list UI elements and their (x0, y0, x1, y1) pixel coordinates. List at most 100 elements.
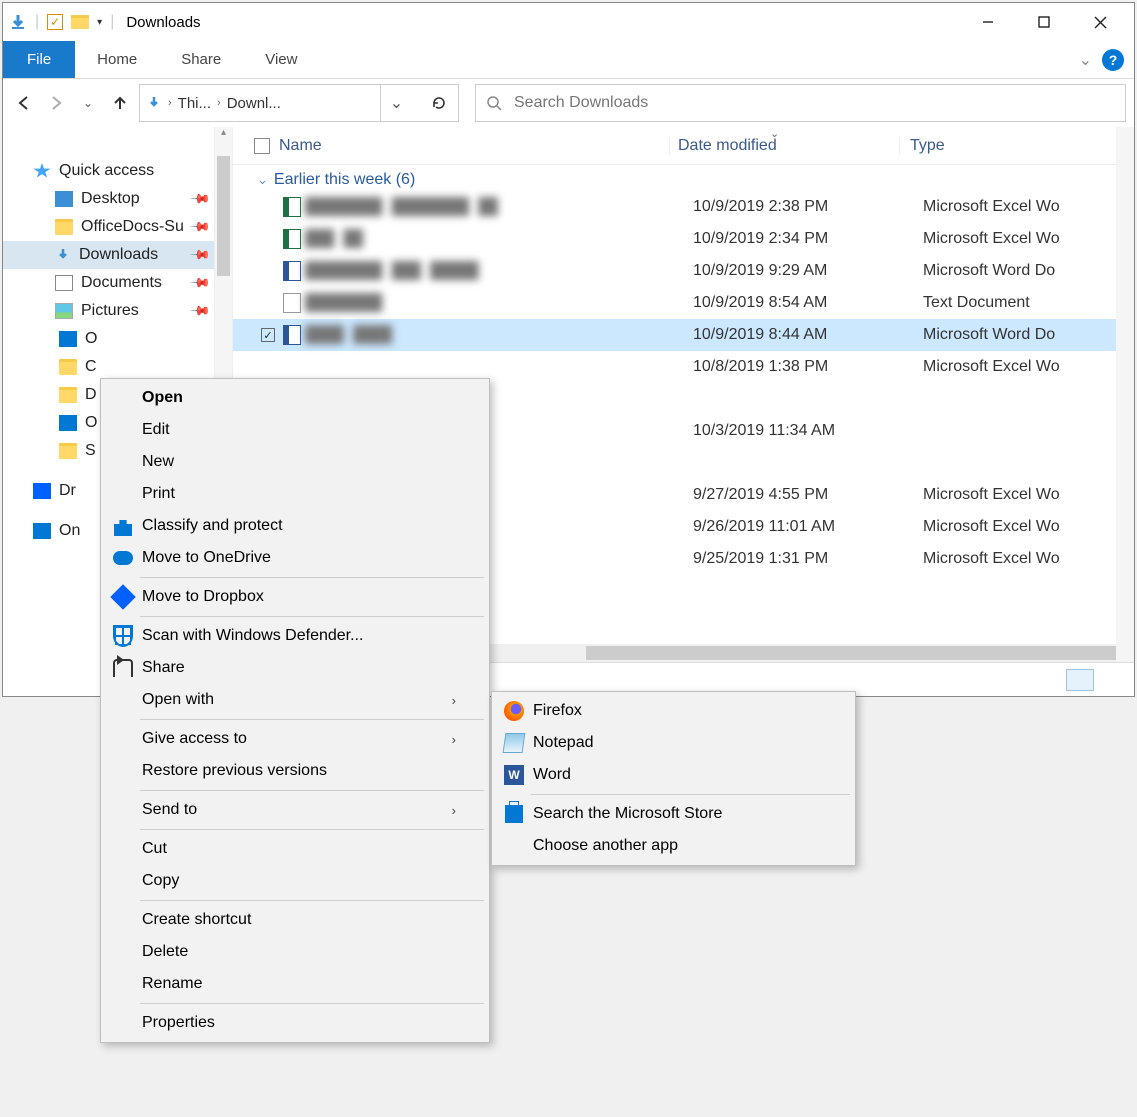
column-header-type[interactable]: Type (899, 137, 1134, 155)
sidebar-item[interactable]: O (3, 325, 232, 353)
onedrive-icon (33, 523, 51, 539)
download-icon (146, 95, 162, 111)
window-title: Downloads (126, 14, 200, 31)
folder-icon (59, 387, 77, 403)
sidebar-quick-access[interactable]: Quick access (3, 157, 232, 185)
ctx-properties[interactable]: Properties (104, 1007, 486, 1039)
ribbon: File Home Share View ⌄ ? (3, 41, 1134, 79)
ctx-shortcut[interactable]: Create shortcut (104, 904, 486, 936)
quick-access-toggle-icon[interactable]: ✓ (47, 14, 63, 30)
submenu-notepad[interactable]: Notepad (495, 727, 852, 759)
firefox-icon (503, 700, 525, 722)
ribbon-expand-icon[interactable]: ⌄ (1079, 50, 1092, 70)
ribbon-tab-share[interactable]: Share (159, 41, 243, 78)
thumbnails-view-button[interactable] (1098, 669, 1126, 691)
select-all-checkbox[interactable] (245, 138, 279, 154)
ribbon-tab-view[interactable]: View (243, 41, 319, 78)
column-headers: Name ⌄Date modified Type (233, 127, 1134, 165)
download-icon (55, 247, 71, 263)
ctx-delete[interactable]: Delete (104, 936, 486, 968)
sort-indicator-icon: ⌄ (770, 127, 779, 140)
onedrive-icon (112, 547, 134, 569)
text-file-icon (283, 293, 301, 313)
document-icon (55, 275, 73, 291)
addr-dropdown-icon[interactable]: ⌄ (390, 93, 403, 113)
pin-icon: 📌 (189, 216, 212, 239)
notepad-icon (503, 732, 525, 754)
file-row[interactable]: ✓████ ████10/9/2019 8:44 AMMicrosoft Wor… (233, 319, 1134, 351)
ctx-cut[interactable]: Cut (104, 833, 486, 865)
sidebar-item-downloads[interactable]: Downloads📌 (3, 241, 232, 269)
sidebar-item-pictures[interactable]: Pictures📌 (3, 297, 232, 325)
desktop-icon (55, 191, 73, 207)
history-dropdown[interactable]: ⌄ (75, 90, 101, 116)
vertical-scrollbar[interactable] (1116, 127, 1134, 696)
ctx-rename[interactable]: Rename (104, 968, 486, 1000)
search-box[interactable]: Search Downloads (475, 84, 1126, 122)
file-row[interactable]: ✓████████ ████████ ██10/9/2019 2:38 PMMi… (233, 191, 1134, 223)
column-header-name[interactable]: Name (279, 137, 669, 155)
share-icon (112, 657, 134, 679)
context-menu: Open Edit New Print Classify and protect… (100, 378, 490, 1043)
dropbox-icon (112, 586, 134, 608)
back-button[interactable] (11, 90, 37, 116)
ctx-new[interactable]: New (104, 446, 486, 478)
refresh-button[interactable] (426, 90, 452, 116)
file-row[interactable]: ✓████████10/9/2019 8:54 AMText Document (233, 287, 1134, 319)
file-row[interactable]: ✓███ ██10/9/2019 2:34 PMMicrosoft Excel … (233, 223, 1134, 255)
excel-file-icon (283, 197, 301, 217)
maximize-button[interactable] (1016, 4, 1072, 40)
breadcrumb-segment[interactable]: Downl... (227, 95, 281, 112)
ctx-share[interactable]: Share (104, 652, 486, 684)
ctx-send-to[interactable]: Send to› (104, 794, 486, 826)
chevron-right-icon: › (452, 803, 456, 818)
word-file-icon (283, 261, 301, 281)
sidebar-item[interactable]: C (3, 353, 232, 381)
up-button[interactable] (107, 90, 133, 116)
ctx-copy[interactable]: Copy (104, 865, 486, 897)
ctx-move-dropbox[interactable]: Move to Dropbox (104, 581, 486, 613)
column-header-modified[interactable]: ⌄Date modified (669, 137, 899, 155)
onedrive-icon (59, 331, 77, 347)
folder-icon (59, 443, 77, 459)
ctx-edit[interactable]: Edit (104, 414, 486, 446)
breadcrumb-segment[interactable]: Thi... (178, 95, 211, 112)
details-view-button[interactable] (1066, 669, 1094, 691)
download-icon (9, 13, 27, 31)
ctx-restore[interactable]: Restore previous versions (104, 755, 486, 787)
submenu-word[interactable]: WWord (495, 759, 852, 791)
lock-icon (112, 515, 134, 537)
submenu-store[interactable]: Search the Microsoft Store (495, 798, 852, 830)
submenu-firefox[interactable]: Firefox (495, 695, 852, 727)
ctx-open-with[interactable]: Open with› (104, 684, 486, 716)
close-button[interactable] (1072, 4, 1128, 40)
sidebar-item-documents[interactable]: Documents📌 (3, 269, 232, 297)
file-row[interactable]: ✓████████ ███ █████10/9/2019 9:29 AMMicr… (233, 255, 1134, 287)
search-placeholder: Search Downloads (514, 94, 648, 112)
minimize-button[interactable] (960, 4, 1016, 40)
chevron-down-icon: ⌄ (257, 172, 268, 188)
shield-icon (112, 625, 134, 647)
ctx-defender[interactable]: Scan with Windows Defender... (104, 620, 486, 652)
nav-row: ⌄ › Thi... › Downl... ⌄ Search Downloads (3, 79, 1134, 127)
address-bar[interactable]: › Thi... › Downl... ⌄ (139, 84, 459, 122)
ctx-give-access[interactable]: Give access to› (104, 723, 486, 755)
file-tab[interactable]: File (3, 41, 75, 78)
sidebar-item-desktop[interactable]: Desktop📌 (3, 185, 232, 213)
ctx-open[interactable]: Open (104, 382, 486, 414)
ctx-move-onedrive[interactable]: Move to OneDrive (104, 542, 486, 574)
submenu-choose[interactable]: Choose another app (495, 830, 852, 862)
dropdown-caret-icon[interactable]: ▾ (97, 17, 102, 28)
chevron-right-icon: › (452, 693, 456, 708)
help-button[interactable]: ? (1102, 49, 1124, 71)
group-header[interactable]: ⌄Earlier this week (6) (233, 165, 1134, 191)
folder-icon (71, 15, 89, 29)
ctx-classify[interactable]: Classify and protect (104, 510, 486, 542)
word-file-icon (283, 325, 301, 345)
sidebar-item-officedocs[interactable]: OfficeDocs-Su📌 (3, 213, 232, 241)
ribbon-tab-home[interactable]: Home (75, 41, 159, 78)
chevron-right-icon[interactable]: › (168, 97, 172, 109)
forward-button[interactable] (43, 90, 69, 116)
ctx-print[interactable]: Print (104, 478, 486, 510)
chevron-right-icon[interactable]: › (217, 97, 221, 109)
